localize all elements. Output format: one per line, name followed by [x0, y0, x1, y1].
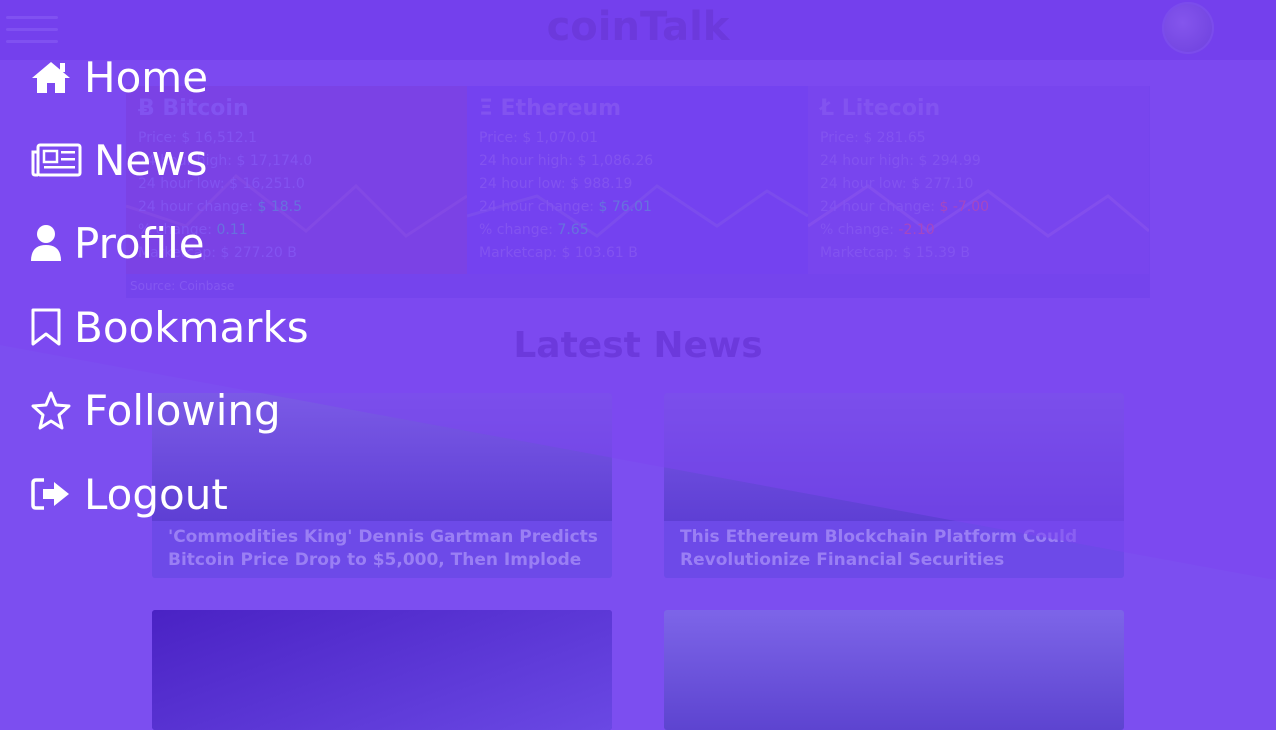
coin-change-label: 24 hour change:	[138, 199, 254, 215]
coin-price: Price: $ 281.65	[820, 130, 926, 146]
menu-item-bookmarks[interactable]: Bookmarks	[30, 300, 309, 354]
menu-item-label: Home	[84, 52, 209, 102]
brand-title[interactable]: coinTalk	[0, 4, 1276, 50]
news-card-image	[664, 610, 1124, 730]
coin-change-label: 24 hour change:	[479, 199, 595, 215]
menu-item-label: Bookmarks	[74, 302, 309, 352]
menu-item-profile[interactable]: Profile	[30, 216, 205, 270]
coin-price: Price: $ 1,070.01	[479, 130, 599, 146]
menu-item-following[interactable]: Following	[30, 383, 281, 437]
home-icon	[32, 62, 70, 93]
coin-change-value: $ 76.01	[598, 199, 652, 215]
news-card-image	[152, 610, 612, 730]
coin-change-label: 24 hour change:	[820, 199, 936, 215]
menu-item-label: Logout	[84, 469, 228, 519]
coin-percent: % change: 7.65	[479, 222, 589, 238]
news-card-image	[664, 393, 1124, 521]
menu-item-label: News	[94, 135, 208, 185]
ticker-source: Source: Coinbase	[130, 279, 235, 293]
menu-item-news[interactable]: News	[30, 133, 208, 187]
coin-low: 24 hour low: $ 988.19	[479, 176, 633, 192]
coin-change: 24 hour change: $ 18.5	[138, 199, 302, 215]
crypto-ticker: Ƀ Bitcoin Price: $ 16,512.1 24 hour high…	[126, 86, 1150, 298]
coin-high: 24 hour high: $ 294.99	[820, 153, 981, 169]
coin-percent-value: 0.11	[216, 222, 248, 238]
coin-high: 24 hour high: $ 1,086.26	[479, 153, 654, 169]
logout-icon	[31, 478, 69, 510]
news-card[interactable]: This Ethereum Blockchain Platform Could …	[664, 393, 1124, 578]
coin-percent-value: 7.65	[557, 222, 589, 238]
coin-change-value: $ 18.5	[257, 199, 303, 215]
coin-change: 24 hour change: $ 76.01	[479, 199, 652, 215]
menu-item-logout[interactable]: Logout	[30, 467, 228, 521]
coin-percent-label: % change:	[479, 222, 553, 238]
newspaper-icon	[31, 143, 82, 177]
news-card[interactable]	[152, 610, 612, 730]
coin-percent-label: % change:	[820, 222, 894, 238]
news-card-title[interactable]: This Ethereum Blockchain Platform Could …	[680, 526, 1110, 572]
coin-change-value: $ -7.00	[939, 199, 990, 215]
menu-item-label: Following	[84, 385, 281, 435]
ticker-card-litecoin: Ł Litecoin Price: $ 281.65 24 hour high:…	[808, 86, 1149, 274]
news-card-title[interactable]: 'Commodities King' Dennis Gartman Predic…	[168, 526, 598, 572]
coin-change: 24 hour change: $ -7.00	[820, 199, 989, 215]
user-avatar[interactable]	[1162, 2, 1214, 54]
coin-percent-value: -2.10	[898, 222, 935, 238]
user-icon	[31, 225, 61, 261]
ticker-card-ethereum: Ξ Ethereum Price: $ 1,070.01 24 hour hig…	[467, 86, 808, 274]
menu-item-label: Profile	[74, 218, 205, 268]
bookmark-icon	[31, 308, 61, 346]
page-background: coinTalk Ƀ Bitcoin Price: $ 16,512.1 24 …	[0, 0, 1276, 730]
news-card[interactable]	[664, 610, 1124, 730]
coin-name: Ł Litecoin	[820, 96, 941, 121]
menu-item-home[interactable]: Home	[30, 50, 208, 104]
coin-low: 24 hour low: $ 277.10	[820, 176, 974, 192]
coin-percent: % change: -2.10	[820, 222, 935, 238]
coin-name: Ξ Ethereum	[479, 96, 622, 121]
coin-marketcap: Marketcap: $ 15.39 B	[820, 245, 970, 261]
coin-marketcap: Marketcap: $ 103.61 B	[479, 245, 638, 261]
star-icon	[31, 391, 71, 430]
